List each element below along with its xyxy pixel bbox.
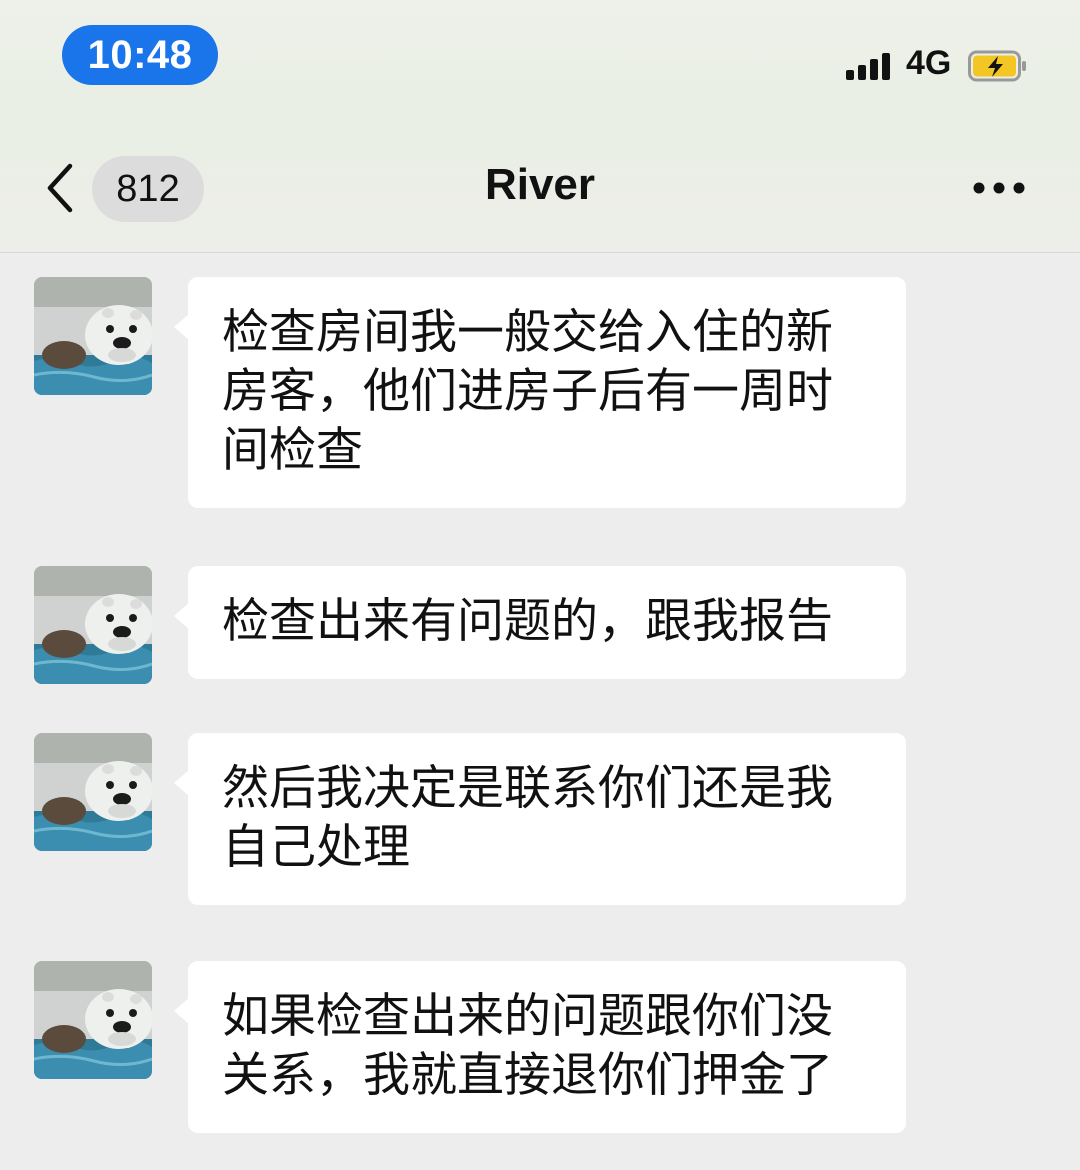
message-bubble[interactable]: 检查房间我一般交给入住的新房客，他们进房子后有一周时间检查	[174, 277, 906, 508]
battery-charging-icon	[968, 50, 1026, 82]
sea-otter-avatar[interactable]	[34, 733, 152, 851]
chevron-left-icon[interactable]	[40, 160, 80, 216]
unread-count-badge[interactable]: 812	[92, 156, 204, 222]
status-time[interactable]: 10:48	[62, 25, 218, 85]
signal-bars-icon	[846, 52, 896, 80]
message-bubble[interactable]: 然后我决定是联系你们还是我自己处理	[174, 733, 906, 905]
sea-otter-avatar[interactable]	[34, 566, 152, 684]
top-bar: 10:48 4G 812 River	[0, 0, 1080, 253]
network-type: 4G	[906, 44, 952, 82]
message-bubble[interactable]: 检查出来有问题的，跟我报告	[174, 566, 906, 679]
sea-otter-avatar[interactable]	[34, 961, 152, 1079]
sea-otter-avatar[interactable]	[34, 277, 152, 395]
message-bubble[interactable]: 如果检查出来的问题跟你们没关系，我就直接退你们押金了	[174, 961, 906, 1133]
more-dots-icon[interactable]	[966, 168, 1032, 208]
